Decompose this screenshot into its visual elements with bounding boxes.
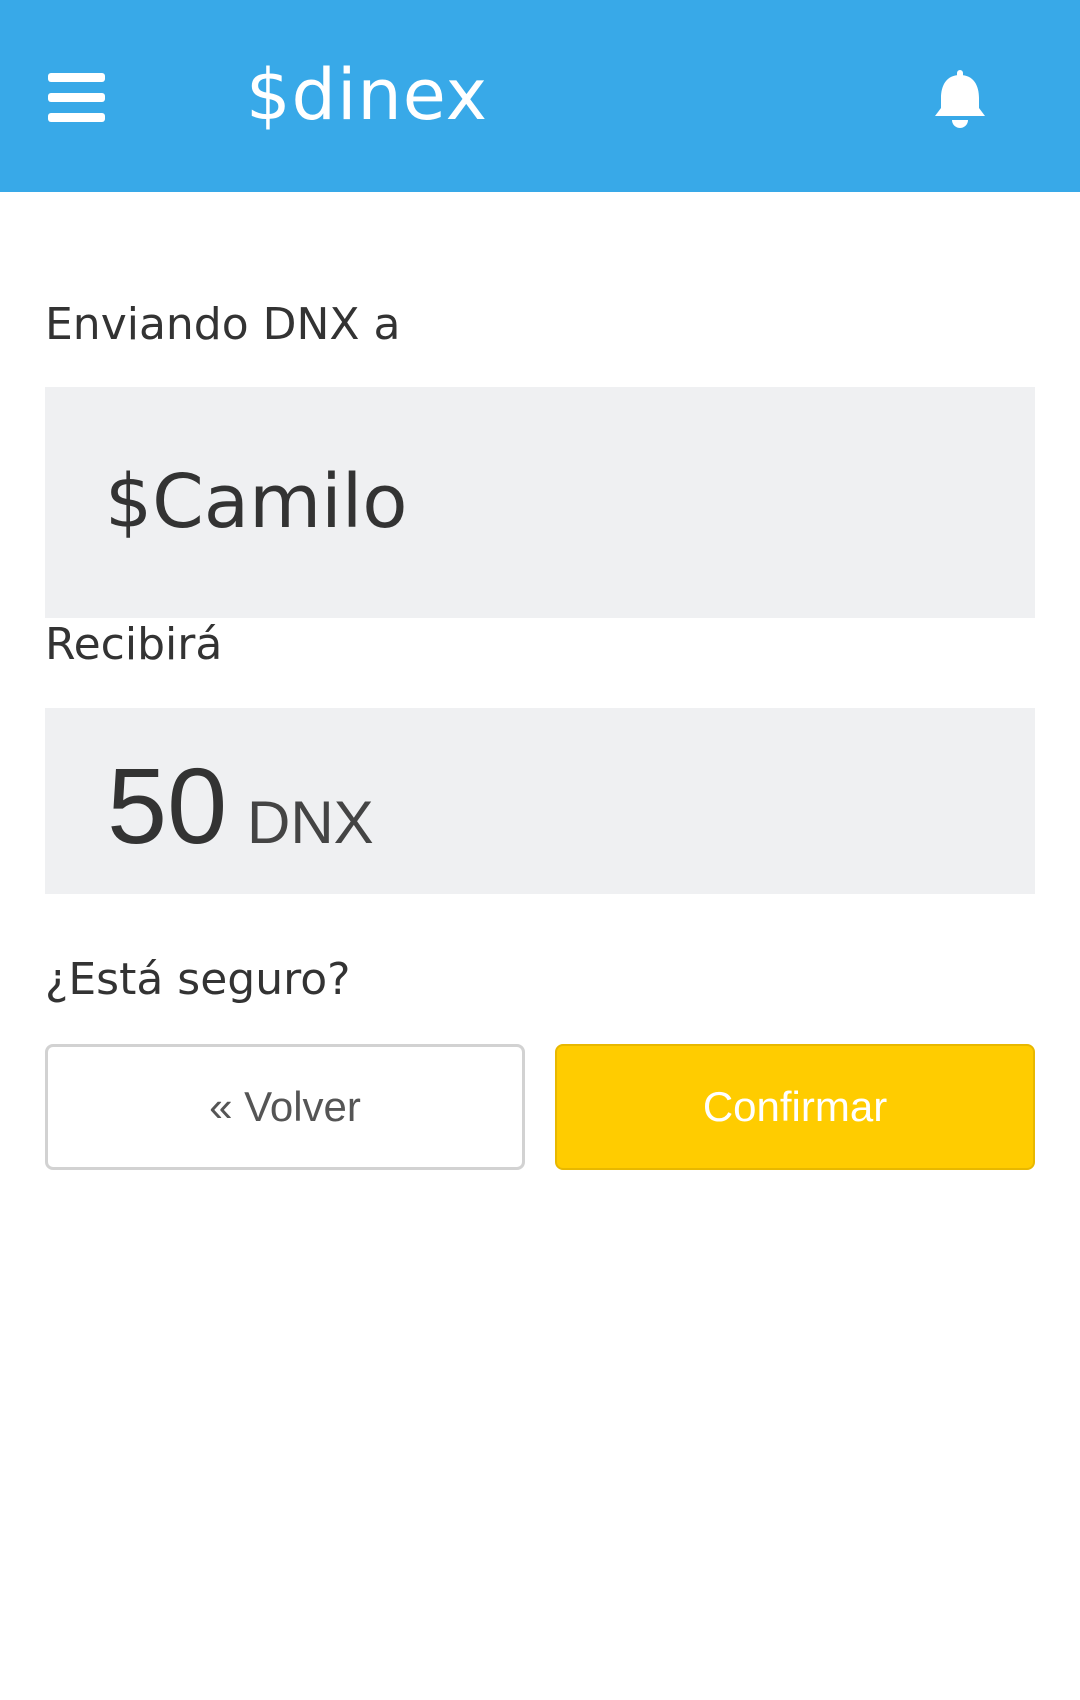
amount-field: 50 DNX — [45, 708, 1035, 894]
currency-unit: DNX — [247, 789, 374, 856]
recipient-name: $Camilo — [105, 459, 408, 545]
bell-icon[interactable] — [932, 70, 988, 130]
app-screen: $dinex Enviando DNX a $Camilo Recibirá 5… — [0, 0, 1080, 1700]
receive-label: Recibirá — [45, 619, 223, 670]
recipient-field: $Camilo — [45, 387, 1035, 618]
amount-value: 50 — [107, 745, 228, 866]
hamburger-menu-icon[interactable] — [48, 73, 105, 122]
sending-label: Enviando DNX a — [45, 299, 401, 350]
back-button[interactable]: « Volver — [45, 1044, 525, 1170]
confirm-question: ¿Está seguro? — [45, 954, 351, 1005]
app-logo: $dinex — [246, 54, 489, 136]
app-header: $dinex — [0, 0, 1080, 192]
confirm-button[interactable]: Confirmar — [555, 1044, 1035, 1170]
